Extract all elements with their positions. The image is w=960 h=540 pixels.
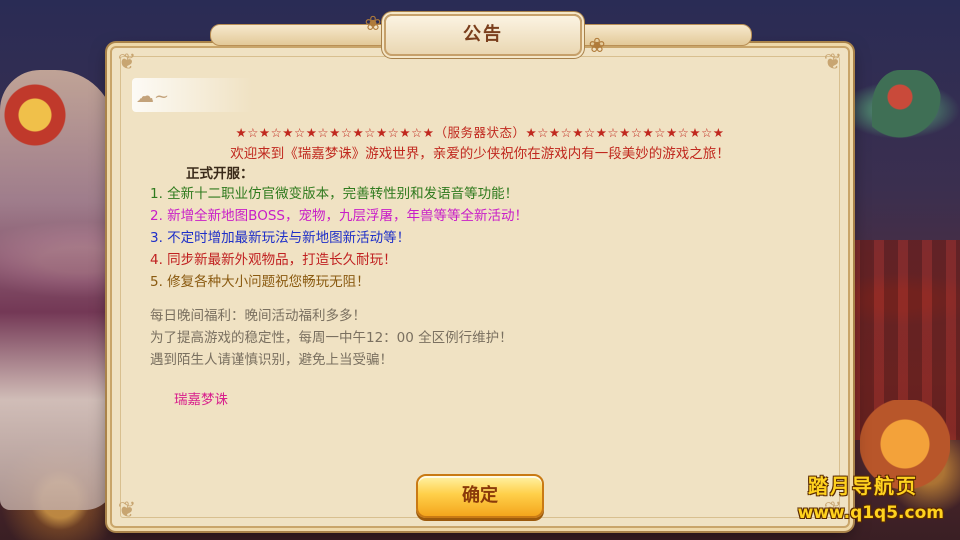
feature-item: 4. 同步新最新外观物品，打造长久耐玩！ [150,252,397,268]
feature-item: 2. 新增全新地图BOSS，宠物，九层浮屠，年兽等等全新活动！ [150,208,528,224]
right-bird-art [872,70,942,160]
confirm-button[interactable]: 确定 [416,474,544,518]
info-line: 为了提高游戏的稳定性，每周一中午12：00 全区例行维护！ [150,330,513,346]
feature-item: 3. 不定时增加最新玩法与新地图新活动等！ [150,230,411,246]
notice-content: ★☆★☆★☆★☆★☆★☆★☆★☆★（服务器状态）★☆★☆★☆★☆★☆★☆★☆★☆… [112,48,848,526]
watermark-url: www.q1q5.com [797,503,944,523]
lotus-ornament-icon: ❀ [364,11,382,35]
info-line: 每日晚间福利：晚间活动福利多多！ [150,308,366,324]
signature: 瑞嘉梦诛 [174,392,228,408]
watermark-name: 踏月导航页 [808,474,918,498]
left-character-hat [0,80,70,150]
launch-heading: 正式开服： [186,166,254,182]
dialog-title: 公告 [384,14,582,56]
server-status-line: ★☆★☆★☆★☆★☆★☆★☆★☆★（服务器状态）★☆★☆★☆★☆★☆★☆★☆★☆… [235,125,725,140]
feature-item: 1. 全新十二职业仿官微变版本，完善转性别和发语音等功能！ [150,186,519,202]
info-line: 遇到陌生人请谨慎识别，避免上当受骗！ [150,352,393,368]
notice-dialog: ❦ ❦ ❦ ❦ ☁︎~ ★☆★☆★☆★☆★☆★☆★☆★☆★（服务器状态）★☆★☆… [110,46,850,528]
welcome-text: 欢迎来到《瑞嘉梦诛》游戏世界，亲爱的少侠祝你在游戏内有一段美妙的游戏之旅！ [230,146,730,162]
feature-item: 5. 修复各种大小问题祝您畅玩无阻！ [150,274,370,290]
lotus-ornament-icon: ❀ [588,33,606,57]
